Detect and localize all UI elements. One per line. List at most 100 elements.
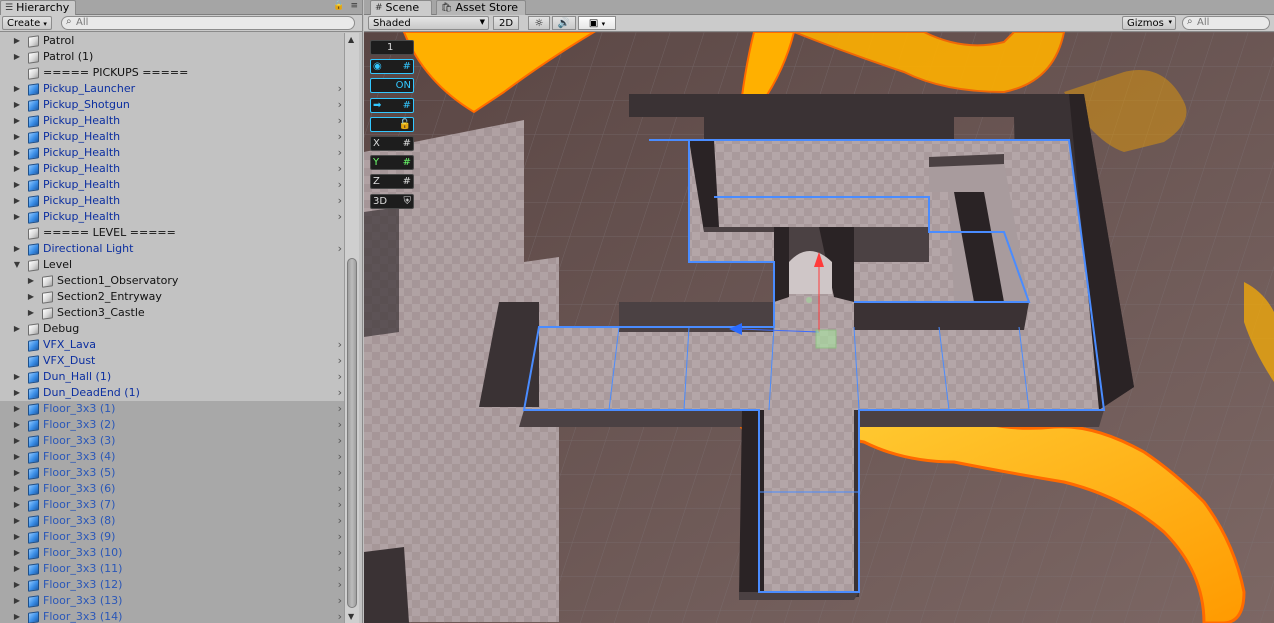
hierarchy-row[interactable]: ▶ Pickup_Health ›	[0, 129, 344, 145]
collapsed-arrow-icon[interactable]: ▶	[12, 577, 22, 593]
hierarchy-row[interactable]: ▶ Floor_3x3 (7) ›	[0, 497, 344, 513]
tab-scene[interactable]: # Scene	[370, 0, 432, 15]
hierarchy-row[interactable]: ▶ Floor_3x3 (4) ›	[0, 449, 344, 465]
hierarchy-row[interactable]: ▶ Pickup_Health ›	[0, 177, 344, 193]
gizmo-tool-button[interactable]: Z #	[370, 174, 414, 190]
open-prefab-icon[interactable]: ›	[338, 385, 342, 401]
collapsed-arrow-icon[interactable]: ▶	[12, 33, 22, 49]
open-prefab-icon[interactable]: ›	[338, 129, 342, 145]
collapsed-arrow-icon[interactable]: ▶	[12, 209, 22, 225]
collapsed-arrow-icon[interactable]: ▶	[12, 401, 22, 417]
open-prefab-icon[interactable]: ›	[338, 209, 342, 225]
tab-hierarchy[interactable]: ☰ Hierarchy	[0, 0, 76, 15]
collapsed-arrow-icon[interactable]: ▶	[26, 289, 36, 305]
collapsed-arrow-icon[interactable]: ▶	[12, 49, 22, 65]
open-prefab-icon[interactable]: ›	[338, 529, 342, 545]
hierarchy-row[interactable]: ▶ Floor_3x3 (3) ›	[0, 433, 344, 449]
hierarchy-row[interactable]: ▶ Section1_Observatory	[0, 273, 344, 289]
collapsed-arrow-icon[interactable]: ▶	[12, 417, 22, 433]
open-prefab-icon[interactable]: ›	[338, 353, 342, 369]
open-prefab-icon[interactable]: ›	[338, 609, 342, 623]
hierarchy-row[interactable]: ▶ Floor_3x3 (5) ›	[0, 465, 344, 481]
tab-asset-store[interactable]: 🛍 Asset Store	[436, 0, 526, 15]
open-prefab-icon[interactable]: ›	[338, 433, 342, 449]
gizmo-tool-button[interactable]: 3D ⛨	[370, 193, 414, 209]
collapsed-arrow-icon[interactable]: ▶	[12, 241, 22, 257]
collapsed-arrow-icon[interactable]: ▶	[12, 97, 22, 113]
gizmo-tool-button[interactable]: ◉ #	[370, 59, 414, 75]
hierarchy-row[interactable]: ▶ Pickup_Shotgun ›	[0, 97, 344, 113]
hierarchy-row[interactable]: ▶ Floor_3x3 (2) ›	[0, 417, 344, 433]
shading-mode-dropdown[interactable]: Shaded ▼	[368, 16, 489, 30]
open-prefab-icon[interactable]: ›	[338, 449, 342, 465]
open-prefab-icon[interactable]: ›	[338, 561, 342, 577]
open-prefab-icon[interactable]: ›	[338, 401, 342, 417]
open-prefab-icon[interactable]: ›	[338, 577, 342, 593]
hierarchy-row[interactable]: ▶ Floor_3x3 (11) ›	[0, 561, 344, 577]
collapsed-arrow-icon[interactable]: ▶	[12, 369, 22, 385]
collapsed-arrow-icon[interactable]: ▶	[12, 465, 22, 481]
collapsed-arrow-icon[interactable]: ▶	[12, 513, 22, 529]
hierarchy-row[interactable]: ▶ Floor_3x3 (6) ›	[0, 481, 344, 497]
hierarchy-row[interactable]: ▶ Debug	[0, 321, 344, 337]
hierarchy-row[interactable]: ===== PICKUPS =====	[0, 65, 344, 81]
collapsed-arrow-icon[interactable]: ▶	[12, 449, 22, 465]
collapsed-arrow-icon[interactable]: ▶	[12, 321, 22, 337]
hierarchy-row[interactable]: ▶ Pickup_Health ›	[0, 113, 344, 129]
collapsed-arrow-icon[interactable]: ▶	[12, 81, 22, 97]
open-prefab-icon[interactable]: ›	[338, 369, 342, 385]
open-prefab-icon[interactable]: ›	[338, 481, 342, 497]
gizmos-dropdown[interactable]: Gizmos ▾	[1122, 16, 1176, 30]
hierarchy-row[interactable]: ▶ Pickup_Launcher ›	[0, 81, 344, 97]
open-prefab-icon[interactable]: ›	[338, 113, 342, 129]
hierarchy-row[interactable]: ▶ Patrol (1)	[0, 49, 344, 65]
expanded-arrow-icon[interactable]: ▼	[12, 257, 22, 273]
collapsed-arrow-icon[interactable]: ▶	[12, 593, 22, 609]
hierarchy-row[interactable]: ▶ Floor_3x3 (9) ›	[0, 529, 344, 545]
hierarchy-row[interactable]: ▶ Pickup_Health ›	[0, 209, 344, 225]
collapsed-arrow-icon[interactable]: ▶	[12, 145, 22, 161]
open-prefab-icon[interactable]: ›	[338, 465, 342, 481]
open-prefab-icon[interactable]: ›	[338, 241, 342, 257]
collapsed-arrow-icon[interactable]: ▶	[12, 529, 22, 545]
hierarchy-row[interactable]: ▶ Dun_Hall (1) ›	[0, 369, 344, 385]
hierarchy-row[interactable]: ▶ Patrol	[0, 33, 344, 49]
scene-search-input[interactable]: ⌕ All	[1182, 16, 1270, 30]
gizmo-tool-button[interactable]: 🔓	[370, 116, 414, 132]
hierarchy-row[interactable]: ▶ Pickup_Health ›	[0, 161, 344, 177]
hierarchy-row[interactable]: ▼ Level	[0, 257, 344, 273]
hierarchy-row[interactable]: ▶ Section3_Castle	[0, 305, 344, 321]
scene-viewport[interactable]: 1 ◉ # ON ➡ # 🔓 X # Y # Z #3D ⛨	[364, 32, 1274, 623]
open-prefab-icon[interactable]: ›	[338, 417, 342, 433]
gizmo-plane-handle[interactable]	[815, 329, 837, 349]
hierarchy-row[interactable]: ▶ Floor_3x3 (8) ›	[0, 513, 344, 529]
scroll-up-icon[interactable]: ▲	[348, 35, 354, 44]
hierarchy-row[interactable]: ▶ Floor_3x3 (12) ›	[0, 577, 344, 593]
hierarchy-row[interactable]: ▶ Floor_3x3 (14) ›	[0, 609, 344, 623]
scene-audio-toggle[interactable]: 🔊	[552, 16, 576, 30]
gizmo-tool-button[interactable]: ON	[370, 78, 414, 94]
gizmo-tool-button[interactable]: Y #	[370, 155, 414, 171]
collapsed-arrow-icon[interactable]: ▶	[26, 305, 36, 321]
open-prefab-icon[interactable]: ›	[338, 81, 342, 97]
scene-effects-toggle[interactable]: ▣ ▾	[578, 16, 616, 30]
open-prefab-icon[interactable]: ›	[338, 513, 342, 529]
gizmo-tool-button[interactable]: ➡ #	[370, 97, 414, 113]
collapsed-arrow-icon[interactable]: ▶	[12, 481, 22, 497]
open-prefab-icon[interactable]: ›	[338, 337, 342, 353]
hierarchy-row[interactable]: VFX_Dust ›	[0, 353, 344, 369]
hierarchy-row[interactable]: ▶ Dun_DeadEnd (1) ›	[0, 385, 344, 401]
scene-lighting-toggle[interactable]: ☼	[528, 16, 550, 30]
hierarchy-row[interactable]: ▶ Floor_3x3 (1) ›	[0, 401, 344, 417]
collapsed-arrow-icon[interactable]: ▶	[12, 113, 22, 129]
open-prefab-icon[interactable]: ›	[338, 145, 342, 161]
open-prefab-icon[interactable]: ›	[338, 545, 342, 561]
collapsed-arrow-icon[interactable]: ▶	[12, 385, 22, 401]
open-prefab-icon[interactable]: ›	[338, 177, 342, 193]
collapsed-arrow-icon[interactable]: ▶	[26, 273, 36, 289]
collapsed-arrow-icon[interactable]: ▶	[12, 177, 22, 193]
create-button[interactable]: Create ▾	[2, 16, 52, 30]
open-prefab-icon[interactable]: ›	[338, 497, 342, 513]
open-prefab-icon[interactable]: ›	[338, 161, 342, 177]
gizmo-tool-button[interactable]: X #	[370, 136, 414, 151]
